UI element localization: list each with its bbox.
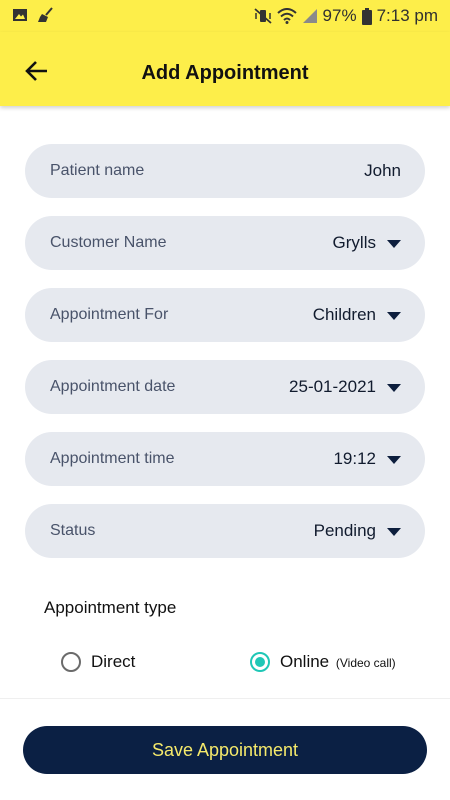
radio-dot <box>255 657 265 667</box>
field-value: Children <box>312 305 376 324</box>
appointment-time-dropdown[interactable]: Appointment time 19:12 <box>25 432 425 486</box>
app-bar: Add Appointment <box>0 32 450 106</box>
field-label: Appointment date <box>50 378 176 395</box>
radio-label-text: Online <box>280 652 330 671</box>
divider <box>0 698 450 699</box>
status-bar-left <box>12 7 55 28</box>
battery-percent: 97% <box>322 6 357 25</box>
field-value: Grylls <box>332 233 376 252</box>
appointment-date-dropdown[interactable]: Appointment date 25-01-2021 <box>25 360 425 414</box>
caret-down-icon <box>387 240 401 248</box>
appointment-type-label: Appointment type <box>44 598 177 617</box>
image-icon <box>12 7 28 28</box>
field-value: 19:12 <box>333 449 376 468</box>
field-value: 25-01-2021 <box>289 377 376 396</box>
page-title: Add Appointment <box>141 62 309 84</box>
battery-icon <box>361 7 372 25</box>
caret-down-icon <box>387 384 401 392</box>
radio-unchecked-icon[interactable] <box>61 652 81 672</box>
status-bar: 97% 7:13 pm <box>0 0 450 32</box>
field-value-wrap: Grylls <box>333 233 401 253</box>
radio-checked-icon[interactable] <box>250 652 270 672</box>
field-value-wrap: 19:12 <box>333 449 401 469</box>
field-value: Pending <box>313 521 376 540</box>
caret-down-icon <box>387 312 401 320</box>
field-value-wrap: Children <box>313 305 401 325</box>
mute-vibrate-icon <box>253 8 272 24</box>
signal-icon <box>302 8 318 24</box>
field-label: Patient name <box>50 162 145 179</box>
radio-option-online[interactable]: Online (Video call) <box>250 652 396 672</box>
wifi-icon <box>276 8 297 24</box>
customer-name-dropdown[interactable]: Customer Name Grylls <box>25 216 425 270</box>
field-label: Appointment For <box>50 306 169 323</box>
save-appointment-button[interactable]: Save Appointment <box>23 726 427 774</box>
appointment-for-dropdown[interactable]: Appointment For Children <box>25 288 425 342</box>
field-value: John <box>364 161 401 180</box>
field-label: Appointment time <box>50 450 175 467</box>
field-value-wrap: John <box>364 161 401 181</box>
caret-down-icon <box>387 456 401 464</box>
radio-option-direct[interactable]: Direct <box>61 652 135 672</box>
field-value-wrap: Pending <box>314 521 401 541</box>
radio-label: Online (Video call) <box>280 652 396 672</box>
status-bar-right: 97% 7:13 pm <box>253 6 438 26</box>
radio-label: Direct <box>91 652 136 671</box>
status-dropdown[interactable]: Status Pending <box>25 504 425 558</box>
radio-sublabel: (Video call) <box>335 656 396 670</box>
field-label: Status <box>50 522 96 539</box>
clock: 7:13 pm <box>376 6 438 25</box>
cleaner-icon <box>37 7 55 28</box>
caret-down-icon <box>387 528 401 536</box>
field-value-wrap: 25-01-2021 <box>289 377 401 397</box>
patient-name-field[interactable]: Patient name John <box>25 144 425 198</box>
field-label: Customer Name <box>50 234 167 251</box>
